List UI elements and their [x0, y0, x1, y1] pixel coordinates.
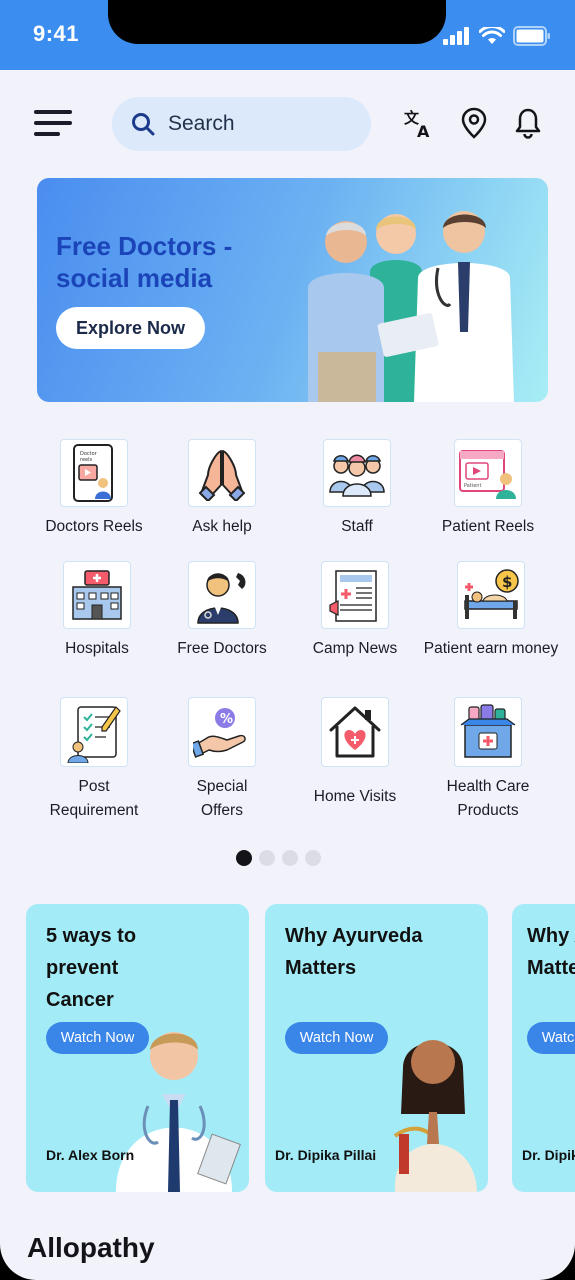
page-dot[interactable]	[236, 850, 252, 866]
video-card[interactable]: Why Ayurveda Matters Watch Now Dr. Dipik…	[265, 904, 488, 1192]
service-patient-reels[interactable]: Patient Patient Reels	[418, 439, 558, 539]
service-label: Special Offers	[196, 778, 248, 819]
svg-text:Patient: Patient	[464, 483, 481, 489]
service-tile	[321, 561, 389, 629]
doctor-patients-illustration	[308, 211, 514, 402]
service-tile	[60, 697, 128, 767]
battery-icon	[513, 26, 550, 46]
service-tile: Doctor reels	[60, 439, 128, 507]
patient-bed-money-icon: $	[464, 569, 519, 619]
clipboard-checklist-icon	[67, 706, 121, 763]
service-label: Camp News	[312, 640, 398, 657]
service-tile	[188, 561, 256, 629]
service-label: Post Requirement	[49, 778, 139, 819]
service-label: Home Visits	[313, 788, 397, 805]
video-card[interactable]: 5 ways to prevent Cancer Watch Now Dr. A…	[26, 904, 249, 1192]
video-title: 5 ways to prevent Cancer	[46, 925, 137, 1011]
service-staff[interactable]: Staff	[287, 439, 427, 539]
translate-icon[interactable]: 文 A	[402, 106, 436, 140]
service-tile	[321, 697, 389, 767]
service-home-visits[interactable]: Home Visits	[285, 697, 425, 809]
service-post-requirement[interactable]: Post Requirement	[24, 697, 164, 823]
notification-bell-icon[interactable]	[511, 106, 545, 140]
doctor-name: Dr. Dipika Pillai	[275, 1147, 377, 1163]
hospital-building-icon	[72, 570, 122, 620]
service-tile	[323, 439, 391, 507]
search-bar[interactable]: Search	[112, 97, 371, 151]
service-tile	[188, 439, 256, 507]
home-heart-icon	[329, 706, 381, 758]
svg-text:reels: reels	[80, 457, 92, 463]
service-camp-news[interactable]: Camp News	[285, 561, 425, 661]
service-tile	[63, 561, 131, 629]
location-pin-icon[interactable]	[457, 106, 491, 140]
app-screen: 9:41 Search 文 A Free Doctors - social me…	[0, 0, 575, 1280]
camera-notch	[108, 0, 446, 44]
page-dot[interactable]	[305, 850, 321, 866]
svg-text:$: $	[502, 573, 512, 591]
discount-hand-icon: %	[193, 708, 246, 758]
watch-now-button[interactable]: Watch Now	[527, 1022, 575, 1054]
video-title: Why Ayurveda Matters	[527, 925, 575, 979]
service-label: Patient earn money	[423, 640, 559, 657]
doctor-name: Dr. Dipika Pillai	[522, 1147, 575, 1163]
nurses-staff-icon	[329, 454, 385, 497]
page-dot[interactable]	[259, 850, 275, 866]
video-card[interactable]: Why Ayurveda Matters Watch Now Dr. Dipik…	[512, 904, 575, 1192]
patient-reels-icon: Patient	[459, 450, 516, 499]
service-patient-earn-money[interactable]: $ Patient earn money	[421, 561, 561, 661]
status-bar: 9:41	[0, 0, 575, 70]
doctor-reels-icon: Doctor reels	[73, 444, 113, 502]
section-title: Allopathy	[27, 1232, 155, 1263]
status-icons	[443, 26, 551, 46]
menu-icon[interactable]	[34, 108, 74, 140]
explore-now-button[interactable]: Explore Now	[56, 307, 205, 349]
svg-text:%: %	[220, 712, 233, 727]
service-health-care-products[interactable]: Health Care Products	[418, 697, 558, 823]
watch-now-button[interactable]: Watch Now	[46, 1022, 149, 1054]
medicine-box-icon	[460, 704, 516, 758]
promo-banner[interactable]: Free Doctors - social media Explore Now	[37, 178, 548, 402]
service-label: Free Doctors	[177, 640, 267, 657]
service-tile: $	[457, 561, 525, 629]
svg-text:A: A	[417, 122, 430, 139]
wifi-icon	[479, 27, 505, 44]
watch-now-button[interactable]: Watch Now	[285, 1022, 388, 1054]
doctor-photo	[393, 1040, 477, 1192]
signal-icon	[443, 27, 469, 45]
service-tile: Patient	[454, 439, 522, 507]
service-label: Staff	[341, 518, 373, 535]
newspaper-icon	[329, 570, 377, 622]
search-input[interactable]: Search	[168, 112, 235, 136]
doctor-phone-icon	[197, 573, 246, 624]
page-dot[interactable]	[282, 850, 298, 866]
search-icon	[132, 113, 155, 136]
service-tile: %	[188, 697, 256, 767]
video-title: Why Ayurveda Matters	[285, 925, 423, 979]
service-label: Doctors Reels	[45, 518, 143, 535]
service-tile	[454, 697, 522, 767]
service-free-doctors[interactable]: Free Doctors	[152, 561, 292, 661]
banner-title: Free Doctors - social media	[56, 231, 233, 293]
service-label: Health Care Products	[446, 778, 530, 819]
service-label: Patient Reels	[441, 518, 535, 535]
grid-pagination[interactable]	[236, 850, 321, 866]
service-doctors-reels[interactable]: Doctor reels Doctors Reels	[24, 439, 164, 539]
service-label: Ask help	[192, 518, 252, 535]
service-hospitals[interactable]: Hospitals	[27, 561, 167, 661]
praying-hands-icon	[198, 450, 246, 501]
service-special-offers[interactable]: % Special Offers	[152, 697, 292, 823]
service-label: Hospitals	[65, 640, 129, 657]
service-ask-help[interactable]: Ask help	[152, 439, 292, 539]
status-time: 9:41	[33, 21, 80, 46]
doctor-name: Dr. Alex Born	[46, 1147, 135, 1163]
